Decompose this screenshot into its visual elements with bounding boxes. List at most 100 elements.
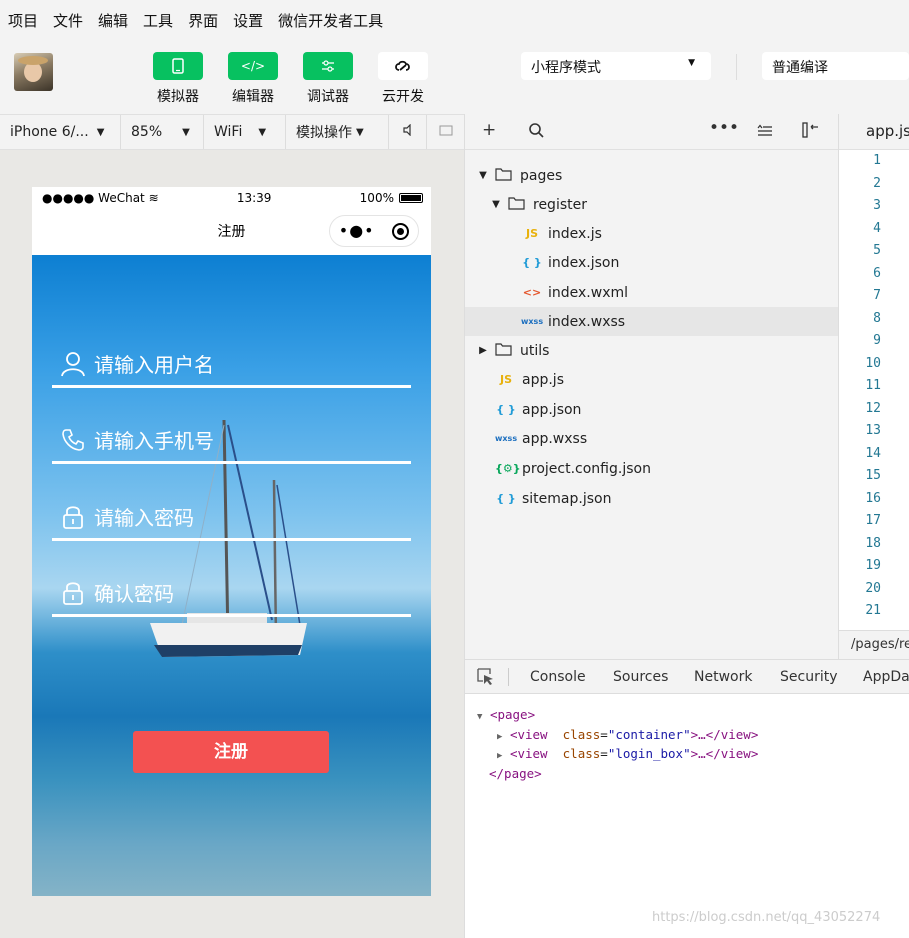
tree-label: register bbox=[533, 196, 587, 213]
tree-file-app-json[interactable]: { } app.json bbox=[465, 395, 839, 424]
tree-label: app.json bbox=[522, 401, 582, 418]
more-dots-icon[interactable]: •●• bbox=[339, 223, 375, 239]
speaker-icon bbox=[402, 123, 414, 140]
menu-edit[interactable]: 编辑 bbox=[98, 10, 128, 31]
simulator-device-bar: iPhone 6/... ▼ 85% ▼ WiFi ▼ 模拟操作 ▼ bbox=[0, 114, 464, 150]
menu-settings[interactable]: 设置 bbox=[233, 10, 263, 31]
code-icon[interactable]: </> bbox=[228, 52, 278, 80]
line-number: 17 bbox=[865, 513, 881, 528]
expanded-arrow-icon: ▼ bbox=[492, 199, 500, 210]
carrier-text: ●●●●● WeChat ≋ bbox=[42, 191, 159, 205]
dom-node-login-box[interactable]: ▶ <view class="login_box">…</view> bbox=[465, 744, 909, 764]
tree-file-index-json[interactable]: { } index.json bbox=[465, 248, 839, 277]
wxss-file-icon: wxss bbox=[495, 434, 518, 443]
toolbar-divider bbox=[736, 54, 737, 80]
wifi-icon: ≋ bbox=[144, 191, 159, 205]
confirm-password-field[interactable]: 确认密码 bbox=[52, 571, 411, 617]
line-number: 15 bbox=[865, 468, 881, 483]
dom-node-container[interactable]: ▶ <view class="container">…</view> bbox=[465, 725, 909, 745]
tree-label: sitemap.json bbox=[522, 490, 612, 507]
editor-tab[interactable]: app.js bbox=[839, 114, 909, 150]
status-time: 13:39 bbox=[236, 191, 272, 205]
tree-label: app.js bbox=[522, 371, 564, 388]
tree-file-app-wxss[interactable]: wxss app.wxss bbox=[465, 424, 839, 453]
line-number: 1 bbox=[873, 153, 881, 168]
search-icon[interactable] bbox=[528, 122, 544, 143]
menu-project[interactable]: 项目 bbox=[8, 10, 38, 31]
tree-file-app-js[interactable]: JS app.js bbox=[465, 365, 839, 394]
cloud-tool[interactable]: 云开发 bbox=[377, 52, 429, 106]
menu-view[interactable]: 界面 bbox=[188, 10, 218, 31]
debugger-tool[interactable]: 调试器 bbox=[302, 52, 354, 106]
collapsed-arrow-icon: ▶ bbox=[497, 731, 503, 742]
tree-folder-register[interactable]: ▼ register bbox=[465, 190, 839, 219]
avatar[interactable] bbox=[14, 53, 53, 91]
menu-file[interactable]: 文件 bbox=[53, 10, 83, 31]
zoom-dropdown[interactable]: 85% ▼ bbox=[121, 115, 204, 149]
tree-label: app.wxss bbox=[522, 430, 588, 447]
line-number: 3 bbox=[873, 198, 881, 213]
inspect-icon[interactable] bbox=[477, 668, 495, 690]
simulator-tool[interactable]: 模拟器 bbox=[152, 52, 204, 106]
tree-folder-pages[interactable]: ▼ pages bbox=[465, 161, 839, 190]
password-field[interactable]: 请输入密码 bbox=[52, 495, 411, 541]
tree-label: index.js bbox=[548, 225, 602, 242]
menu-tools[interactable]: 工具 bbox=[143, 10, 173, 31]
expanded-arrow-icon: ▼ bbox=[477, 712, 483, 722]
dom-node-page[interactable]: ▼ <page> bbox=[465, 705, 909, 725]
editor-path: /pages/re bbox=[838, 630, 909, 659]
tab-appdata[interactable]: AppData bbox=[863, 669, 909, 685]
config-file-icon: {⚙} bbox=[495, 462, 521, 475]
json-file-icon: { } bbox=[496, 403, 516, 416]
tree-file-index-wxss[interactable]: wxss index.wxss bbox=[465, 307, 839, 336]
window-button[interactable] bbox=[427, 115, 464, 149]
window-icon bbox=[439, 124, 453, 140]
close-record-icon[interactable] bbox=[392, 222, 410, 240]
tree-file-index-js[interactable]: JS index.js bbox=[465, 219, 839, 248]
device-value: iPhone 6/... bbox=[10, 124, 89, 140]
code-editor[interactable]: app.js 1 2 3 4 5 6 7 8 9 10 11 12 13 14 15 16 17 18 19 20 21 bbox=[838, 114, 909, 659]
register-button[interactable]: 注册 bbox=[133, 731, 329, 773]
username-field[interactable]: 请输入用户名 bbox=[52, 342, 411, 388]
mode-select[interactable]: 小程序模式 ▼ bbox=[521, 52, 711, 80]
collapse-icon[interactable] bbox=[757, 123, 773, 143]
password-placeholder: 请输入密码 bbox=[94, 506, 194, 530]
lock-icon bbox=[60, 504, 86, 530]
editor-tool[interactable]: </> 编辑器 bbox=[227, 52, 279, 106]
tab-console[interactable]: Console bbox=[530, 669, 586, 685]
tree-label: utils bbox=[520, 342, 550, 359]
phone-icon[interactable] bbox=[153, 52, 203, 80]
speaker-button[interactable] bbox=[389, 115, 427, 149]
phone-field[interactable]: 请输入手机号 bbox=[52, 418, 411, 464]
chevron-down-icon: ▼ bbox=[258, 126, 267, 138]
tree-label: pages bbox=[520, 167, 563, 184]
line-number: 2 bbox=[873, 175, 881, 191]
tree-file-index-wxml[interactable]: <> index.wxml bbox=[465, 278, 839, 307]
tree-label: index.wxml bbox=[548, 284, 629, 301]
tab-security[interactable]: Security bbox=[780, 669, 838, 685]
username-placeholder: 请输入用户名 bbox=[94, 353, 214, 377]
cloud-icon[interactable] bbox=[378, 52, 428, 80]
tab-network[interactable]: Network bbox=[694, 669, 752, 685]
more-icon[interactable]: ••• bbox=[709, 118, 739, 138]
tab-sources[interactable]: Sources bbox=[613, 669, 668, 685]
tree-file-project-config[interactable]: {⚙} project.config.json bbox=[465, 454, 839, 483]
mode-select-value: 小程序模式 bbox=[531, 60, 601, 76]
split-icon[interactable] bbox=[802, 122, 820, 143]
watermark: https://blog.csdn.net/qq_43052274 bbox=[652, 910, 881, 925]
device-dropdown[interactable]: iPhone 6/... ▼ bbox=[0, 115, 121, 149]
confirm-placeholder: 确认密码 bbox=[94, 582, 174, 606]
line-number: 4 bbox=[873, 220, 881, 236]
miniprogram-capsule[interactable]: •●• bbox=[329, 215, 419, 247]
simulate-dropdown[interactable]: 模拟操作 ▼ bbox=[286, 115, 389, 149]
line-number: 21 bbox=[865, 603, 881, 618]
network-dropdown[interactable]: WiFi ▼ bbox=[204, 115, 286, 149]
debug-icon[interactable] bbox=[303, 52, 353, 80]
add-icon[interactable]: + bbox=[482, 120, 496, 140]
expanded-arrow-icon: ▼ bbox=[479, 170, 487, 181]
compile-select[interactable]: 普通编译 bbox=[762, 52, 909, 80]
menu-wechat-devtools[interactable]: 微信开发者工具 bbox=[278, 10, 383, 31]
tree-file-sitemap[interactable]: { } sitemap.json bbox=[465, 484, 839, 513]
network-value: WiFi bbox=[214, 124, 243, 140]
tree-folder-utils[interactable]: ▶ utils bbox=[465, 336, 839, 365]
